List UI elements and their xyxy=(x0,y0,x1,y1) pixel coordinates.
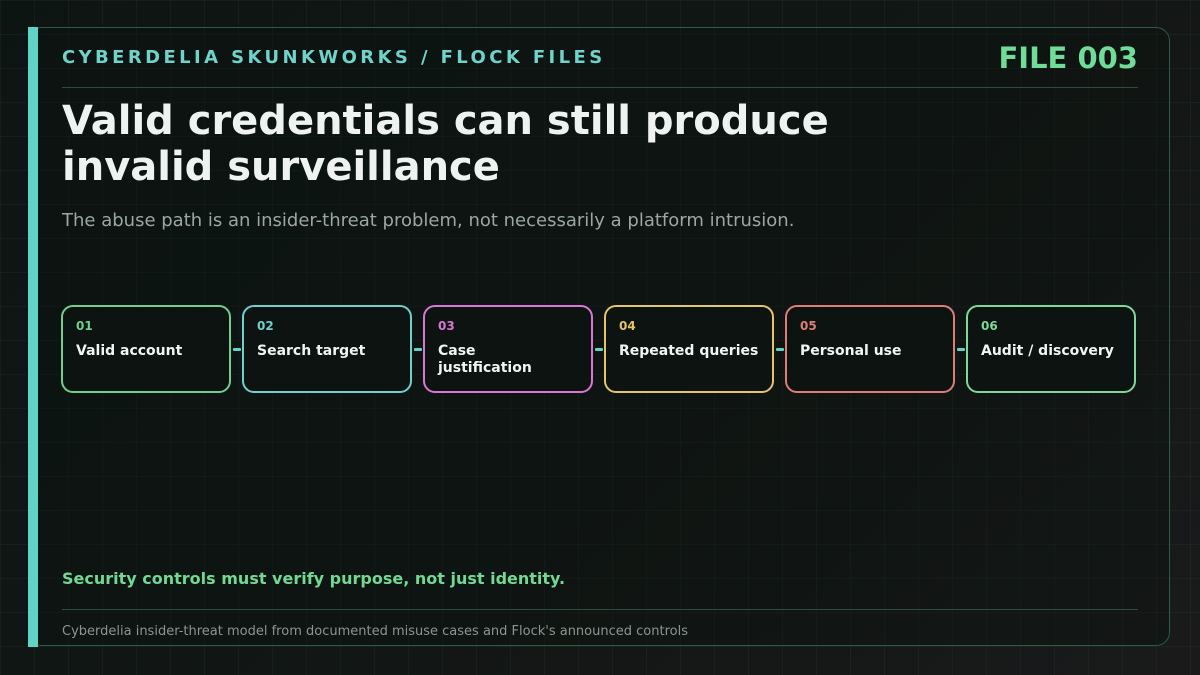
step-label: Search target xyxy=(257,343,366,359)
key-takeaway: Security controls must verify purpose, n… xyxy=(62,569,566,588)
step-search-target: 02 Search target xyxy=(242,305,412,393)
step-valid-account: 01 Valid account xyxy=(61,305,231,393)
step-number: 06 xyxy=(981,319,998,333)
flow-connector xyxy=(233,348,241,351)
flow-connector xyxy=(957,348,965,351)
step-number: 02 xyxy=(257,319,274,333)
step-number: 05 xyxy=(800,319,817,333)
step-audit-discovery: 06 Audit / discovery xyxy=(966,305,1136,393)
flow-connector xyxy=(595,348,603,351)
bottom-divider xyxy=(62,609,1138,610)
step-number: 04 xyxy=(619,319,636,333)
step-number: 03 xyxy=(438,319,455,333)
flow-connector xyxy=(414,348,422,351)
step-label: Repeated queries xyxy=(619,343,759,359)
step-personal-use: 05 Personal use xyxy=(785,305,955,393)
source-footer: Cyberdelia insider-threat model from doc… xyxy=(62,624,688,639)
flow-connector xyxy=(776,348,784,351)
step-label: Case justification xyxy=(438,343,532,376)
step-label: Audit / discovery xyxy=(981,343,1114,359)
step-label: Valid account xyxy=(76,343,183,359)
step-case-justification: 03 Case justification xyxy=(423,305,593,393)
step-repeated-queries: 04 Repeated queries xyxy=(604,305,774,393)
step-number: 01 xyxy=(76,319,93,333)
step-label: Personal use xyxy=(800,343,902,359)
